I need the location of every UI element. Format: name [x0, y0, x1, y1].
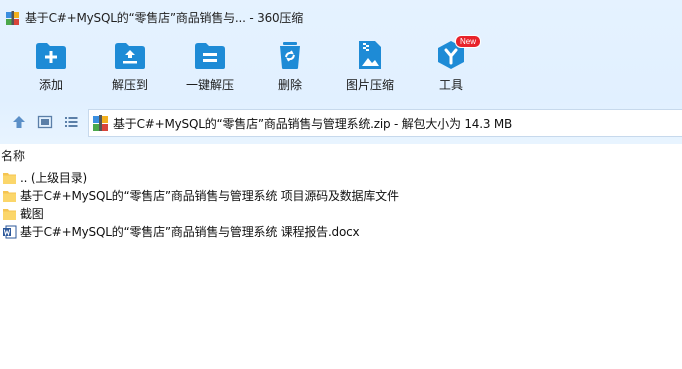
app-window: 基于C#+MySQL的“零售店”商品销售与... - 360压缩 添加 解压到: [0, 0, 682, 369]
delete-button[interactable]: 删除: [255, 40, 325, 93]
one-click-extract-label: 一键解压: [185, 78, 234, 92]
tools-button[interactable]: New 工具: [416, 35, 486, 93]
image-compress-label: 图片压缩: [345, 78, 394, 92]
list-item-label: .. (上级目录): [20, 170, 88, 185]
file-list: .. (上级目录) 基于C#+MySQL的“零售店”商品销售与管理系统 项目源码…: [0, 168, 682, 240]
tools-label: 工具: [438, 78, 463, 92]
list-item-label: 基于C#+MySQL的“零售店”商品销售与管理系统 课程报告.docx: [20, 224, 360, 239]
one-click-extract-icon: [195, 43, 225, 69]
folder-icon: [3, 188, 17, 202]
column-name-header[interactable]: 名称: [1, 147, 25, 164]
image-compress-icon: [359, 41, 381, 69]
list-item-report-docx[interactable]: 基于C#+MySQL的“零售店”商品销售与管理系统 课程报告.docx: [0, 222, 682, 240]
new-badge: New: [455, 35, 482, 48]
word-document-icon: [3, 224, 17, 239]
list-item-source-folder[interactable]: 基于C#+MySQL的“零售店”商品销售与管理系统 项目源码及数据库文件: [0, 186, 682, 204]
archive-path: 基于C#+MySQL的“零售店”商品销售与管理系统.zip - 解包大小为 14…: [113, 116, 513, 131]
address-row: 基于C#+MySQL的“零售店”商品销售与管理系统.zip - 解包大小为 14…: [0, 104, 682, 140]
add-button[interactable]: 添加: [16, 40, 86, 93]
delete-icon: [280, 42, 300, 69]
up-arrow-icon[interactable]: [11, 114, 27, 130]
address-bar[interactable]: 基于C#+MySQL的“零售店”商品销售与管理系统.zip - 解包大小为 14…: [88, 109, 682, 137]
window-title: 基于C#+MySQL的“零售店”商品销售与... - 360压缩: [25, 10, 304, 25]
delete-label: 删除: [277, 78, 302, 92]
folder-icon: [3, 170, 17, 184]
list-item-parent-dir[interactable]: .. (上级目录): [0, 168, 682, 186]
list-header: 名称: [0, 144, 682, 166]
extract-to-icon: [115, 43, 145, 69]
title-bar[interactable]: 基于C#+MySQL的“零售店”商品销售与... - 360压缩: [0, 0, 682, 34]
zip-archive-icon: [93, 115, 109, 131]
toolbar: 添加 解压到 一键解压 删除 图片压缩 New 工具: [0, 34, 682, 98]
archive-app-icon: [6, 10, 20, 25]
image-compress-button[interactable]: 图片压缩: [335, 40, 405, 93]
add-label: 添加: [38, 78, 63, 92]
thumbnail-view-icon[interactable]: [37, 114, 53, 130]
folder-icon: [3, 206, 17, 220]
list-item-label: 截图: [20, 206, 44, 221]
extract-to-button[interactable]: 解压到: [95, 40, 165, 93]
list-item-screenshots-folder[interactable]: 截图: [0, 204, 682, 222]
one-click-extract-button[interactable]: 一键解压: [175, 40, 245, 93]
extract-to-label: 解压到: [111, 78, 148, 92]
add-archive-icon: [36, 43, 66, 69]
list-view-icon[interactable]: [63, 114, 79, 130]
list-item-label: 基于C#+MySQL的“零售店”商品销售与管理系统 项目源码及数据库文件: [20, 188, 399, 203]
